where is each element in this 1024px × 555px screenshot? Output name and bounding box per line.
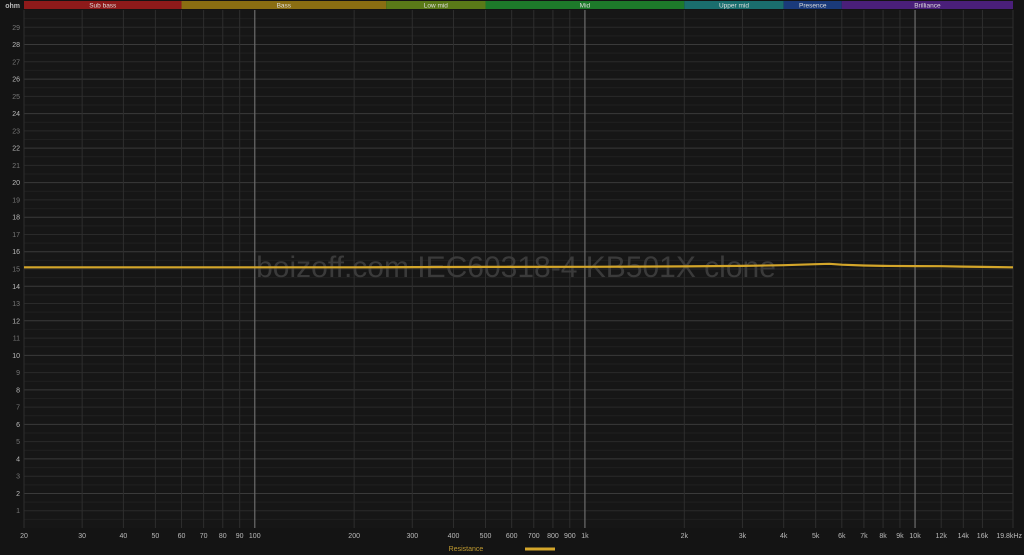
impedance-chart: Sub bass Bass Low mid Mid Upper mid Presence B… — [5, 1, 1022, 553]
y-tick-label: 22 — [12, 146, 20, 153]
x-tick-label: 10k — [909, 533, 921, 540]
band-label: Brilliance — [914, 3, 941, 10]
y-axis-label: ohm — [5, 3, 20, 10]
y-tick-label: 7 — [16, 405, 20, 412]
x-tick-label: 100 — [249, 533, 261, 540]
x-tick-label: 6k — [838, 533, 846, 540]
band-label: Presence — [799, 3, 827, 10]
y-tick-label: 18 — [12, 215, 20, 222]
y-tick-label: 15 — [12, 267, 20, 274]
y-tick-labels: 1234567891011121314151617181920212223242… — [12, 25, 20, 515]
x-tick-label: 14k — [958, 533, 970, 540]
y-tick-label: 3 — [16, 474, 20, 481]
x-tick-label: 9k — [896, 533, 904, 540]
x-tick-label: 300 — [406, 533, 418, 540]
y-tick-label: 13 — [12, 301, 20, 308]
x-tick-label: 40 — [119, 533, 127, 540]
y-tick-label: 24 — [12, 111, 20, 118]
x-tick-label: 600 — [506, 533, 518, 540]
band-label: Upper mid — [719, 3, 749, 10]
y-tick-label: 5 — [16, 439, 20, 446]
frequency-bands: Sub bass Bass Low mid Mid Upper mid Presence B… — [24, 1, 1013, 10]
band-label: Bass — [277, 3, 292, 10]
y-tick-label: 26 — [12, 77, 20, 84]
y-tick-label: 8 — [16, 387, 20, 394]
y-tick-label: 9 — [16, 370, 20, 377]
y-tick-label: 19 — [12, 197, 20, 204]
x-tick-label: 700 — [528, 533, 540, 540]
y-tick-label: 10 — [12, 353, 20, 360]
y-tick-label: 28 — [12, 42, 20, 49]
x-tick-label: 1k — [581, 533, 589, 540]
y-tick-label: 2 — [16, 491, 20, 498]
x-tick-label: 50 — [151, 533, 159, 540]
y-tick-label: 20 — [12, 180, 20, 187]
x-tick-label: 5k — [812, 533, 820, 540]
legend-label: Resistance — [449, 546, 484, 553]
x-tick-label: 200 — [348, 533, 360, 540]
x-tick-label: 90 — [236, 533, 244, 540]
x-tick-label: 800 — [547, 533, 559, 540]
x-tick-label: 2k — [681, 533, 689, 540]
y-tick-label: 25 — [12, 94, 20, 101]
x-tick-label: 16k — [977, 533, 989, 540]
x-tick-label: 60 — [178, 533, 186, 540]
y-tick-label: 4 — [16, 456, 20, 463]
x-tick-label: 500 — [480, 533, 492, 540]
y-tick-label: 16 — [12, 249, 20, 256]
y-tick-label: 29 — [12, 25, 20, 32]
y-tick-label: 12 — [12, 318, 20, 325]
x-tick-label: 900 — [564, 533, 576, 540]
y-tick-label: 14 — [12, 284, 20, 291]
band-label: Sub bass — [89, 3, 117, 10]
y-tick-label: 6 — [16, 422, 20, 429]
x-tick-label: 80 — [219, 533, 227, 540]
x-tick-label: 19.8kHz — [996, 533, 1022, 540]
legend[interactable]: Resistance — [449, 546, 555, 553]
x-tick-label: 70 — [200, 533, 208, 540]
band-label: Low mid — [424, 3, 449, 10]
x-tick-label: 3k — [739, 533, 747, 540]
y-tick-label: 21 — [12, 163, 20, 170]
x-tick-label: 30 — [78, 533, 86, 540]
y-tick-label: 17 — [12, 232, 20, 239]
x-tick-label: 400 — [448, 533, 460, 540]
y-tick-label: 23 — [12, 128, 20, 135]
band-label: Mid — [580, 3, 591, 10]
x-tick-label: 8k — [879, 533, 887, 540]
y-tick-label: 27 — [12, 59, 20, 66]
x-tick-label: 4k — [780, 533, 788, 540]
x-tick-labels: 20 30 40 50 60 70 80 90 100 200 300 400 500 600 700 800… — [20, 533, 1022, 540]
x-tick-label: 20 — [20, 533, 28, 540]
x-tick-label: 12k — [936, 533, 948, 540]
x-tick-label: 7k — [860, 533, 868, 540]
y-tick-label: 11 — [13, 336, 20, 343]
y-tick-label: 1 — [16, 508, 20, 515]
